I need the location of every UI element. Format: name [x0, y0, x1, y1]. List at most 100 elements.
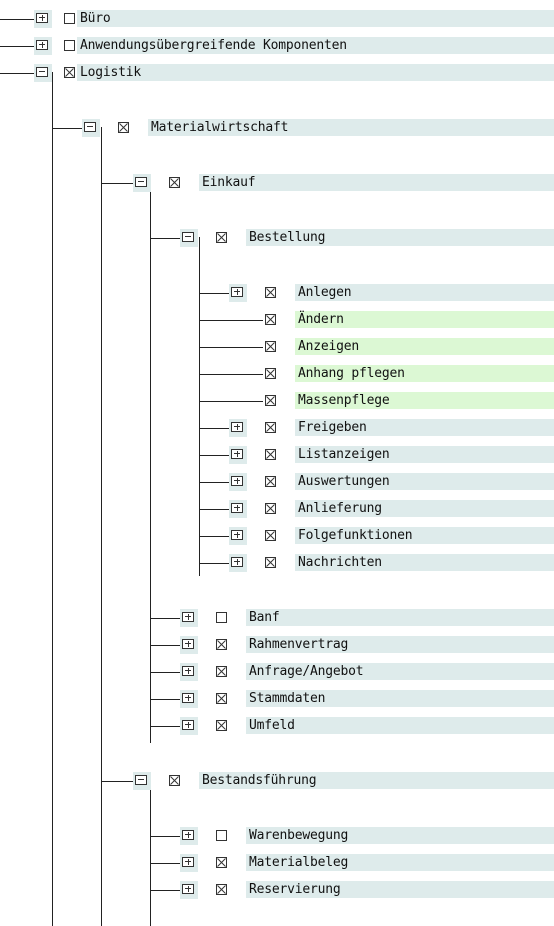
collapse-node-icon[interactable]: [133, 772, 151, 790]
tree-node-label[interactable]: Banf: [246, 609, 554, 626]
checkbox-unchecked[interactable]: [64, 40, 75, 51]
tree-node-label[interactable]: Nachrichten: [295, 554, 554, 571]
expand-node-icon[interactable]: [229, 527, 247, 545]
tree-node-label[interactable]: Einkauf: [199, 174, 554, 191]
checkbox-checked[interactable]: [216, 720, 227, 731]
expand-node-icon[interactable]: [180, 827, 198, 845]
expand-node-icon[interactable]: [180, 717, 198, 735]
checkbox-checked[interactable]: [265, 530, 276, 541]
checkbox-checked[interactable]: [216, 884, 227, 895]
tree-node-label[interactable]: Massenpflege: [295, 392, 554, 409]
expand-node-icon[interactable]: [180, 854, 198, 872]
tree-line-horizontal: [0, 73, 36, 74]
expand-node-icon[interactable]: [229, 446, 247, 464]
check-cross-icon: [217, 233, 226, 242]
tree-node-label[interactable]: Reservierung: [246, 881, 554, 898]
tree-node-label[interactable]: Anzeigen: [295, 338, 554, 355]
tree-line-horizontal: [150, 726, 182, 727]
checkbox-unchecked[interactable]: [64, 13, 75, 24]
tree-node-label[interactable]: Logistik: [77, 64, 554, 81]
tree-node-label[interactable]: Freigeben: [295, 419, 554, 436]
tree-line-horizontal: [199, 401, 263, 402]
checkbox-checked[interactable]: [265, 341, 276, 352]
tree-line-horizontal: [150, 890, 182, 891]
tree-line-horizontal: [0, 19, 36, 20]
expand-node-icon[interactable]: [229, 554, 247, 572]
tree-line-horizontal: [150, 645, 182, 646]
checkbox-checked[interactable]: [265, 476, 276, 487]
tree-line-horizontal: [199, 374, 263, 375]
checkbox-unchecked[interactable]: [216, 612, 227, 623]
collapse-node-icon[interactable]: [82, 119, 100, 137]
expand-node-icon[interactable]: [229, 284, 247, 302]
tree-line-horizontal: [52, 128, 84, 129]
tree-node-label[interactable]: Anlegen: [295, 284, 554, 301]
expand-node-icon[interactable]: [229, 419, 247, 437]
check-cross-icon: [266, 450, 275, 459]
tree-node-label[interactable]: Bestellung: [246, 229, 554, 246]
tree-node-label[interactable]: Materialbeleg: [246, 854, 554, 871]
checkbox-checked[interactable]: [265, 503, 276, 514]
expand-node-icon[interactable]: [229, 500, 247, 518]
checkbox-checked[interactable]: [265, 449, 276, 460]
checkbox-checked[interactable]: [265, 368, 276, 379]
tree-node-label[interactable]: Anlieferung: [295, 500, 554, 517]
checkbox-checked[interactable]: [64, 67, 75, 78]
checkbox-checked[interactable]: [216, 693, 227, 704]
expand-node-icon[interactable]: [180, 881, 198, 899]
tree-line-horizontal: [199, 509, 231, 510]
checkbox-checked[interactable]: [169, 775, 180, 786]
check-cross-icon: [170, 178, 179, 187]
check-cross-icon: [170, 776, 179, 785]
collapse-node-icon[interactable]: [34, 64, 52, 82]
expand-node-icon[interactable]: [180, 690, 198, 708]
check-cross-icon: [217, 858, 226, 867]
tree-line-horizontal: [150, 863, 182, 864]
tree-line-horizontal: [101, 781, 135, 782]
tree-node-label[interactable]: Anfrage/Angebot: [246, 663, 554, 680]
tree-line-horizontal: [199, 320, 263, 321]
tree-node-label[interactable]: Anhang pflegen: [295, 365, 554, 382]
checkbox-checked[interactable]: [169, 177, 180, 188]
collapse-node-icon[interactable]: [180, 229, 198, 247]
checkbox-unchecked[interactable]: [216, 830, 227, 841]
checkbox-checked[interactable]: [216, 232, 227, 243]
tree-node-label[interactable]: Umfeld: [246, 717, 554, 734]
expand-node-icon[interactable]: [229, 473, 247, 491]
checkbox-checked[interactable]: [265, 395, 276, 406]
tree-node-label[interactable]: Büro: [77, 10, 554, 27]
check-cross-icon: [217, 640, 226, 649]
tree-node-label[interactable]: Ändern: [295, 311, 554, 328]
tree-node-label[interactable]: Anwendungsübergreifende Komponenten: [77, 37, 554, 54]
expand-node-icon[interactable]: [180, 663, 198, 681]
expand-node-icon[interactable]: [180, 609, 198, 627]
tree-node-label[interactable]: Warenbewegung: [246, 827, 554, 844]
checkbox-checked[interactable]: [265, 287, 276, 298]
checkbox-checked[interactable]: [265, 557, 276, 568]
checkbox-checked[interactable]: [216, 639, 227, 650]
checkbox-checked[interactable]: [265, 314, 276, 325]
check-cross-icon: [266, 369, 275, 378]
checkbox-checked[interactable]: [265, 422, 276, 433]
tree-line-horizontal: [199, 563, 231, 564]
check-cross-icon: [217, 885, 226, 894]
check-cross-icon: [266, 315, 275, 324]
tree-line-horizontal: [150, 238, 182, 239]
tree-node-label[interactable]: Rahmenvertrag: [246, 636, 554, 653]
check-cross-icon: [217, 667, 226, 676]
authorization-tree: Büro Anwendungsübergreifende Komponenten L…: [0, 0, 554, 926]
tree-node-label[interactable]: Auswertungen: [295, 473, 554, 490]
tree-node-label[interactable]: Stammdaten: [246, 690, 554, 707]
expand-node-icon[interactable]: [34, 10, 52, 28]
tree-node-label[interactable]: Folgefunktionen: [295, 527, 554, 544]
expand-node-icon[interactable]: [180, 636, 198, 654]
tree-node-label[interactable]: Materialwirtschaft: [148, 119, 554, 136]
tree-node-label[interactable]: Bestandsführung: [199, 772, 554, 789]
checkbox-checked[interactable]: [216, 857, 227, 868]
expand-node-icon[interactable]: [34, 37, 52, 55]
collapse-node-icon[interactable]: [133, 174, 151, 192]
tree-node-label[interactable]: Listanzeigen: [295, 446, 554, 463]
tree-line-horizontal: [199, 482, 231, 483]
checkbox-checked[interactable]: [118, 122, 129, 133]
checkbox-checked[interactable]: [216, 666, 227, 677]
